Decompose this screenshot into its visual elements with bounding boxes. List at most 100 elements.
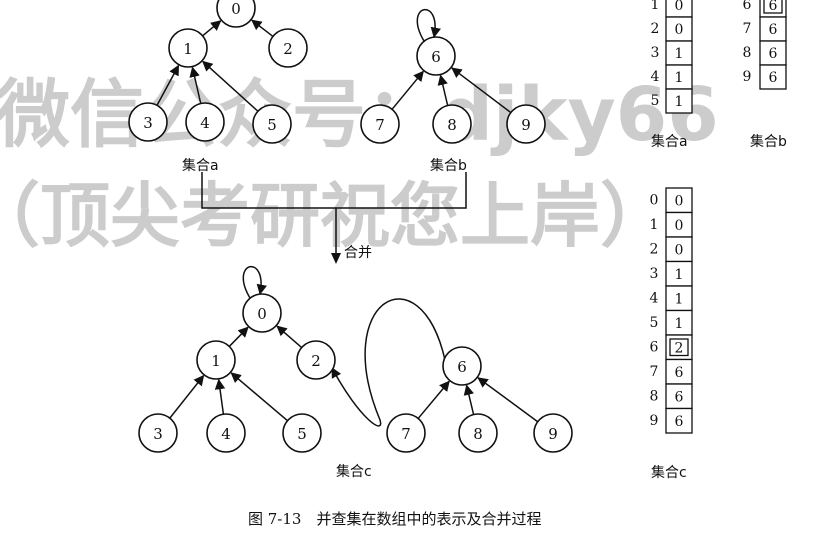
tree-label-c: 集合c bbox=[336, 463, 372, 480]
svg-text:6: 6 bbox=[769, 0, 778, 14]
svg-text:1: 1 bbox=[183, 40, 193, 58]
svg-text:1: 1 bbox=[675, 316, 684, 332]
array-c-index-5: 5 bbox=[650, 315, 659, 331]
array-b: 6 6 7 6 8 6 9 6 集合b bbox=[743, 0, 787, 150]
array-c-index-1: 1 bbox=[650, 217, 659, 233]
edge-5-to-1 bbox=[230, 372, 289, 422]
watermark-line-2: （顶尖考研祝您上岸） bbox=[0, 175, 670, 257]
tree-c: 0 1 2 3 4 5 6 7 8 9 集合c bbox=[138, 266, 573, 480]
array-c: 0 01 02 03 14 15 16 27 68 69 6集合c bbox=[650, 187, 693, 481]
array-label-c: 集合c bbox=[651, 464, 687, 481]
edge-2-to-0 bbox=[276, 325, 303, 349]
svg-text:1: 1 bbox=[675, 94, 684, 110]
array-b-index-6: 6 bbox=[743, 0, 752, 13]
svg-text:0: 0 bbox=[675, 0, 684, 14]
array-a-cell-5: 1 bbox=[665, 88, 693, 114]
node-a-2: 2 bbox=[268, 28, 308, 68]
svg-text:2: 2 bbox=[311, 352, 321, 370]
node-c-2: 2 bbox=[296, 340, 336, 380]
svg-text:9: 9 bbox=[521, 116, 531, 134]
svg-text:0: 0 bbox=[675, 242, 684, 258]
node-c-8: 8 bbox=[458, 413, 498, 453]
array-b-index-7: 7 bbox=[743, 21, 752, 37]
svg-text:0: 0 bbox=[675, 193, 684, 209]
node-c-6: 6 bbox=[442, 346, 482, 386]
array-c-cell-3: 1 bbox=[665, 260, 693, 287]
svg-text:8: 8 bbox=[473, 425, 483, 443]
edge-9-to-6 bbox=[477, 377, 539, 423]
node-b-9: 9 bbox=[506, 104, 546, 144]
tree-label-a: 集合a bbox=[182, 157, 219, 174]
merge-arrow-head bbox=[331, 253, 341, 264]
svg-text:7: 7 bbox=[401, 425, 411, 443]
array-b-cell-8: 6 bbox=[759, 40, 787, 66]
svg-text:6: 6 bbox=[769, 46, 778, 62]
svg-text:1: 1 bbox=[675, 267, 684, 283]
figure-caption: 图 7-13 并查集在数组中的表示及合并过程 bbox=[248, 510, 541, 528]
array-label-b: 集合b bbox=[750, 133, 787, 150]
svg-text:1: 1 bbox=[675, 70, 684, 86]
watermark-line-1: 微信公众号：djky66 bbox=[0, 72, 719, 158]
node-c-7: 7 bbox=[386, 413, 426, 453]
array-a-index-4: 4 bbox=[651, 69, 660, 85]
edge-8-to-6 bbox=[463, 384, 475, 415]
array-c-index-7: 7 bbox=[650, 364, 659, 380]
array-c-index-6: 6 bbox=[650, 339, 659, 355]
node-a-3: 3 bbox=[128, 102, 168, 142]
array-a-index-2: 2 bbox=[651, 21, 660, 37]
svg-text:6: 6 bbox=[457, 358, 467, 376]
node-b-8: 8 bbox=[432, 104, 472, 144]
merge-label: 合并 bbox=[344, 245, 372, 261]
svg-text:6: 6 bbox=[675, 389, 684, 405]
array-c-index-9: 9 bbox=[650, 413, 659, 429]
array-c-index-0: 0 bbox=[650, 192, 659, 208]
edge-2-to-0 bbox=[251, 19, 274, 38]
node-a-5: 5 bbox=[252, 104, 292, 144]
svg-text:6: 6 bbox=[675, 365, 684, 381]
array-a-index-3: 3 bbox=[651, 45, 660, 61]
union-find-figure: 微信公众号：djky66 （顶尖考研祝您上岸） 01 23 4 5集合a67 8 9集合b… bbox=[0, 0, 787, 528]
array-a-cell-1: 0 bbox=[665, 0, 693, 18]
svg-text:8: 8 bbox=[447, 116, 457, 134]
array-c-cell-6: 2 bbox=[665, 334, 693, 361]
array-c-cell-4: 1 bbox=[665, 285, 693, 312]
node-b-6: 6 bbox=[416, 36, 456, 76]
array-label-a: 集合a bbox=[651, 133, 688, 150]
svg-text:3: 3 bbox=[143, 114, 153, 132]
svg-text:0: 0 bbox=[675, 218, 684, 234]
node-c-9: 9 bbox=[533, 413, 573, 453]
root-self-loop bbox=[416, 9, 441, 42]
svg-text:6: 6 bbox=[769, 70, 778, 86]
array-c-cell-2: 0 bbox=[665, 236, 693, 263]
svg-text:0: 0 bbox=[257, 305, 267, 323]
svg-text:9: 9 bbox=[548, 425, 558, 443]
node-c-0: 0 bbox=[242, 293, 282, 333]
array-a-index-1: 1 bbox=[651, 0, 660, 13]
array-a-index-5: 5 bbox=[651, 93, 660, 109]
svg-text:1: 1 bbox=[675, 46, 684, 62]
array-a-cell-3: 1 bbox=[665, 40, 693, 66]
svg-text:2: 2 bbox=[675, 340, 684, 356]
array-a-cell-4: 1 bbox=[665, 64, 693, 90]
svg-text:4: 4 bbox=[200, 114, 210, 132]
edge-3-to-1 bbox=[169, 374, 205, 419]
array-c-cell-8: 6 bbox=[665, 383, 693, 410]
svg-text:6: 6 bbox=[675, 414, 684, 430]
array-c-index-4: 4 bbox=[650, 290, 659, 306]
array-c-cell-1: 0 bbox=[665, 211, 693, 238]
svg-text:7: 7 bbox=[375, 116, 385, 134]
array-a-cell-2: 0 bbox=[665, 16, 693, 42]
array-c-cell-5: 1 bbox=[665, 309, 693, 336]
array-b-cell-6: 6 bbox=[759, 0, 787, 18]
watermark: 微信公众号：djky66 （顶尖考研祝您上岸） bbox=[0, 72, 719, 257]
svg-text:0: 0 bbox=[231, 0, 241, 18]
array-c-index-3: 3 bbox=[650, 266, 659, 282]
svg-text:6: 6 bbox=[431, 48, 441, 66]
array-b-cell-7: 6 bbox=[759, 16, 787, 42]
node-b-7: 7 bbox=[360, 104, 400, 144]
svg-text:1: 1 bbox=[211, 352, 221, 370]
svg-text:3: 3 bbox=[153, 425, 163, 443]
array-c-index-8: 8 bbox=[650, 388, 659, 404]
array-b-index-8: 8 bbox=[743, 45, 752, 61]
svg-text:5: 5 bbox=[297, 425, 307, 443]
